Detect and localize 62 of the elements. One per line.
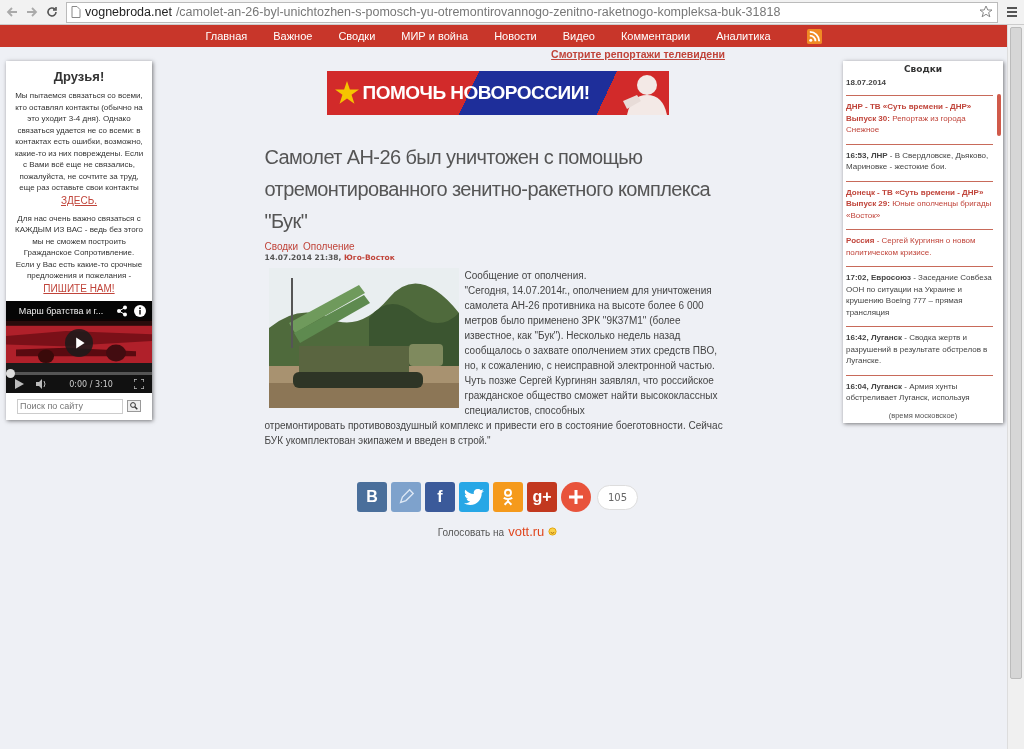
nav-link[interactable]: Комментарии	[620, 30, 691, 42]
news-link[interactable]: 16:04, Луганск - Армия хунты обстреливает Луганск, используя	[846, 375, 993, 408]
share-button[interactable]: f	[424, 482, 455, 512]
video-player[interactable]: Марш братства и г... 0:00 / 3:10	[6, 300, 152, 393]
share-button[interactable]	[458, 482, 489, 512]
news-link[interactable]: Донецк - ТВ «Суть времени - ДНР» Выпуск 29: Юные ополченцы бригады «Восток»	[846, 181, 993, 230]
progress-track[interactable]	[6, 371, 152, 375]
search-field[interactable]: Поиск по сайту	[17, 398, 123, 414]
panel-text: Для нас очень важно связаться с КАЖДЫМ ИЗ ВАС - ведь без этого мы не сможем построить Гражданское Сопротивление. Если у Вас есть какие-то срочные предложения и пожелания -	[14, 212, 144, 282]
rss-icon[interactable]	[806, 28, 822, 44]
share-icon[interactable]	[116, 304, 128, 317]
tag-link[interactable]: Сводки	[264, 241, 299, 252]
contact-link[interactable]: ПИШИТЕ НАМ!	[43, 282, 115, 294]
panel-title: Сводки	[902, 64, 944, 74]
contact-link[interactable]: ЗДЕСЬ.	[60, 194, 97, 206]
nav-link[interactable]: Главная	[205, 30, 248, 42]
scrollbar-thumb[interactable]	[997, 94, 1001, 136]
page-icon	[71, 6, 81, 18]
promo-link[interactable]: Смотрите репортажи телевидени	[551, 48, 725, 60]
share-button[interactable]: g+	[526, 482, 557, 512]
person-icon	[501, 488, 514, 506]
nav-link[interactable]: МИР и война	[401, 30, 469, 42]
article-paragraph: отремонтировать противовоздушный комплекс и привести его в состояние боеготовности. Сейчас БУК укомплектован экипажем и введен в строй."	[264, 419, 724, 448]
smile-icon	[548, 527, 558, 536]
search-icon[interactable]	[127, 400, 141, 412]
tag-link[interactable]: Ополчение	[303, 241, 355, 252]
panel-title: Друзья!	[53, 69, 105, 84]
nav-link[interactable]: Сводки	[338, 30, 376, 42]
nav-link[interactable]: Видео	[562, 30, 595, 42]
feed-date: 18.07.2014	[846, 78, 993, 96]
star-icon	[334, 81, 359, 105]
nav-link[interactable]: Новости	[494, 30, 537, 42]
menu-icon[interactable]	[1006, 6, 1018, 18]
share-count: 105	[596, 484, 639, 510]
volume-icon[interactable]	[36, 379, 48, 389]
share-button[interactable]	[560, 482, 591, 512]
address-bar[interactable]: vognebroda.net /camolet-an-26-byl-unichtozhen-s-pomosch-yu-otremontirovannogo-zenitno-raketnogo-kompleksa-buk-31818	[66, 1, 998, 23]
play-icon[interactable]	[65, 328, 93, 357]
progress-handle[interactable]	[6, 368, 15, 378]
reload-icon[interactable]	[46, 6, 58, 18]
article-paragraph: Сообщение от ополчения.	[464, 269, 588, 283]
nav-link[interactable]: Аналитика	[716, 30, 771, 42]
news-link[interactable]: ДНР - ТВ «Суть времени - ДНР» Выпуск 30: Репортаж из города Снежное	[846, 96, 993, 145]
news-link[interactable]: 16:42, Луганск - Сводка жертв и разрушений в результате обстрелов в Луганске.	[846, 327, 993, 376]
play-icon[interactable]	[14, 379, 24, 389]
article-title: Самолет АН-26 был уничтожен с помощью отремонтированного зенитно-ракетного комплекса "Бук"	[264, 145, 712, 234]
star-icon[interactable]	[979, 5, 993, 19]
nav-link[interactable]: Важное	[273, 30, 313, 42]
video-time: 0:00 / 3:10	[68, 379, 114, 389]
news-link[interactable]: 16:53, ЛНР - В Свердловске, Дьяково, Мариновке - жестокие бои.	[846, 144, 993, 182]
panel-text: Мы пытаемся связаться со всеми, кто оставлял контакты (обычно на это уходит 3-4 дня). Однако связаться удается не со всеми: в контактах есть ошибки, возможно, какие-то из них повреждены. Если с Вами всё еще не связались, пожалуйста, не сочтите за труд, еще раз оставьте свои контакты	[14, 90, 144, 194]
article-paragraph: "Сегодня, 14.07.2014г., ополчением для уничтожения самолета АН-26 противника на высоте более 6 000 метров было применено ЗРК "9К37М1" (более известное, как "Бук"). Несколько недель назад сообщалось о захвате ополчением этих средств ПВО, но, к сожалению, с неисправной электронной частью. Чуть позже Сергей Кургинян заявлял, что российское гражданское общество сможет найти высококлассных специалистов, способных	[464, 284, 719, 418]
info-icon[interactable]	[134, 304, 146, 317]
fullscreen-icon[interactable]	[134, 379, 144, 389]
news-link[interactable]: Россия - Сергей Кургинян о новом политическом кризисе.	[846, 230, 993, 267]
news-link[interactable]: 17:02, Евросоюз - Заседание Совбеза ООН по ситуации на Украине и крушению Boeing 777 – прямая трансляция	[846, 267, 993, 327]
page-scrollbar[interactable]	[1007, 25, 1024, 749]
share-button[interactable]: В	[356, 482, 387, 512]
vote-label: Голосовать на	[437, 527, 505, 538]
vote-link[interactable]: vott.ru	[508, 524, 545, 539]
bird-icon	[463, 489, 484, 505]
plus-icon	[567, 489, 584, 505]
